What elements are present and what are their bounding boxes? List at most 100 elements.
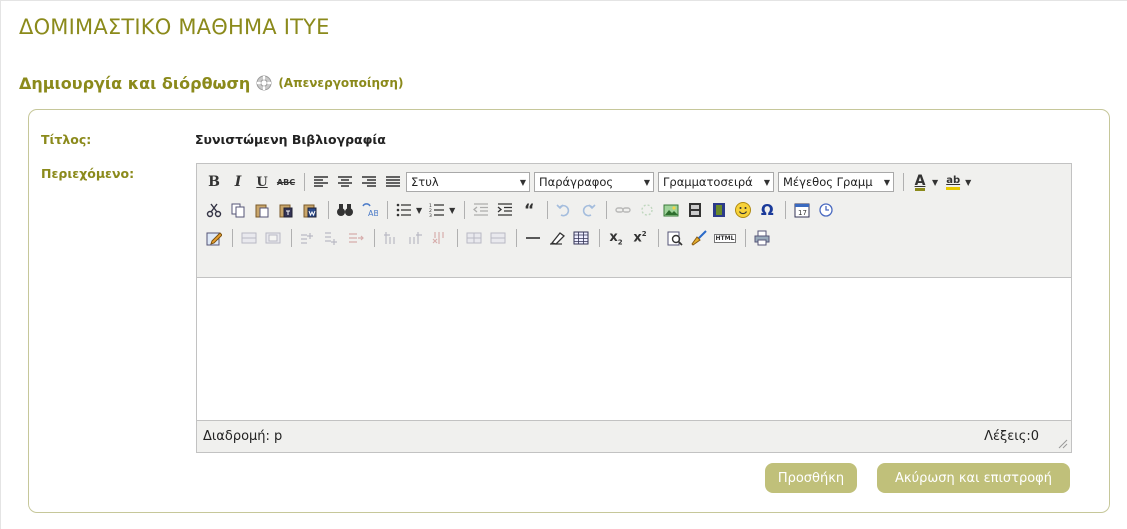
insert-link-button[interactable] [612,199,634,221]
help-lifebuoy-icon[interactable] [256,75,272,91]
copy-button[interactable] [227,199,249,221]
toolbar-row-1: B I U ABC Στυλ ▼ Παράγραφος ▼ Γραμματοσε… [203,168,975,196]
deactivate-link[interactable]: (Απενεργοποίηση) [278,76,403,90]
merge-cells-button[interactable] [487,227,509,249]
insert-row-button[interactable] [238,227,260,249]
clock-icon [819,203,833,217]
align-left-button[interactable] [310,171,332,193]
chevron-down-icon[interactable]: ▼ [449,206,455,215]
insert-table-button[interactable] [570,227,592,249]
col-after-button[interactable] [404,227,426,249]
insert-image-button[interactable] [660,199,682,221]
emoticon-button[interactable] [732,199,754,221]
insert-media-button[interactable] [684,199,706,221]
preview-button[interactable] [664,227,686,249]
delete-col-icon [432,232,444,244]
toolbar-separator [328,201,329,219]
insert-date-button[interactable]: 17 [791,199,813,221]
omega-icon: Ω [760,201,774,219]
chevron-down-icon: ▼ [643,177,650,187]
delete-row-button[interactable] [345,227,367,249]
title-value: Συνιστώμενη Βιβλιογραφία [195,132,386,147]
chevron-down-icon[interactable]: ▼ [932,178,938,187]
scissors-icon [206,203,222,218]
bold-button[interactable]: B [203,171,225,193]
justify-button[interactable] [382,171,404,193]
bullet-list-button[interactable] [393,199,415,221]
col-before-button[interactable] [380,227,402,249]
bold-icon: B [208,174,220,190]
merge-cells-icon [490,232,506,244]
numbered-list-button[interactable]: 123 [426,199,448,221]
horizontal-rule-button[interactable] [522,227,544,249]
toolbar-separator [291,229,292,247]
cleanup-button[interactable] [688,227,710,249]
row-after-button[interactable] [321,227,343,249]
element-path[interactable]: Διαδρομή: p [203,429,282,444]
undo-button[interactable] [553,199,575,221]
calendar-icon: 17 [794,203,810,218]
paste-button[interactable] [251,199,273,221]
special-char-button[interactable]: Ω [756,199,778,221]
edit-css-button[interactable] [203,227,225,249]
font-size-select[interactable]: Μέγεθος Γραμμ ▼ [778,172,894,192]
toolbar-separator [547,201,549,219]
remove-format-button[interactable] [546,227,568,249]
italic-button[interactable]: I [227,171,249,193]
cut-button[interactable] [203,199,225,221]
content-label: Περιεχόμενο: [41,166,135,181]
html-source-button[interactable]: HTML [712,227,738,249]
chevron-down-icon: ▼ [883,177,890,187]
find-button[interactable] [334,199,356,221]
strikethrough-button[interactable]: ABC [275,171,297,193]
editor-content-area[interactable] [197,278,1071,420]
delete-col-button[interactable] [428,227,450,249]
insert-video-button[interactable] [708,199,730,221]
chevron-down-icon[interactable]: ▼ [416,206,422,215]
resize-grip-icon[interactable] [1056,437,1068,449]
split-cells-button[interactable] [463,227,485,249]
editor-toolbar: B I U ABC Στυλ ▼ Παράγραφος ▼ Γραμματοσε… [197,164,1071,278]
superscript-button[interactable]: x2 [629,227,651,249]
row-before-button[interactable] [297,227,319,249]
add-button[interactable]: Προσθήκη [765,463,857,493]
paste-word-button[interactable] [299,199,321,221]
highlight-icon: ab [946,175,961,190]
underline-button[interactable]: U [251,171,273,193]
print-button[interactable] [751,227,773,249]
horizontal-rule-icon [526,237,540,239]
paste-icon [255,204,269,218]
image-icon [663,204,679,217]
font-family-select[interactable]: Γραμματοσειρά ▼ [658,172,774,192]
redo-button[interactable] [577,199,599,221]
align-right-button[interactable] [358,171,380,193]
link-icon [615,207,632,213]
outdent-icon [473,203,489,216]
row-before-icon [301,233,313,244]
style-select[interactable]: Στυλ ▼ [406,172,530,192]
align-center-button[interactable] [334,171,356,193]
format-select[interactable]: Παράγραφος ▼ [534,172,654,192]
blockquote-button[interactable]: “ [518,199,540,221]
paste-text-button[interactable] [275,199,297,221]
redo-icon [583,204,596,217]
html-icon: HTML [713,233,737,243]
unlink-button[interactable] [636,199,658,221]
chevron-down-icon[interactable]: ▼ [965,178,971,187]
insert-time-button[interactable] [815,199,837,221]
replace-button[interactable]: AB [358,199,380,221]
word-count: Λέξεις:0 [984,429,1039,444]
cancel-and-return-button[interactable]: Ακύρωση και επιστροφή [877,463,1070,493]
replace-icon: AB [362,203,378,218]
paste-text-icon [279,204,293,218]
indent-button[interactable] [494,199,516,221]
subscript-button[interactable]: x2 [605,227,627,249]
italic-icon: I [234,174,242,190]
outdent-button[interactable] [470,199,492,221]
editor-statusbar: Διαδρομή: p Λέξεις:0 [197,420,1071,452]
split-cells-icon [466,232,482,244]
toolbar-separator [658,229,659,247]
table-props-button[interactable] [262,227,284,249]
font-color-button[interactable]: A [909,171,931,193]
highlight-color-button[interactable]: ab [942,171,964,193]
